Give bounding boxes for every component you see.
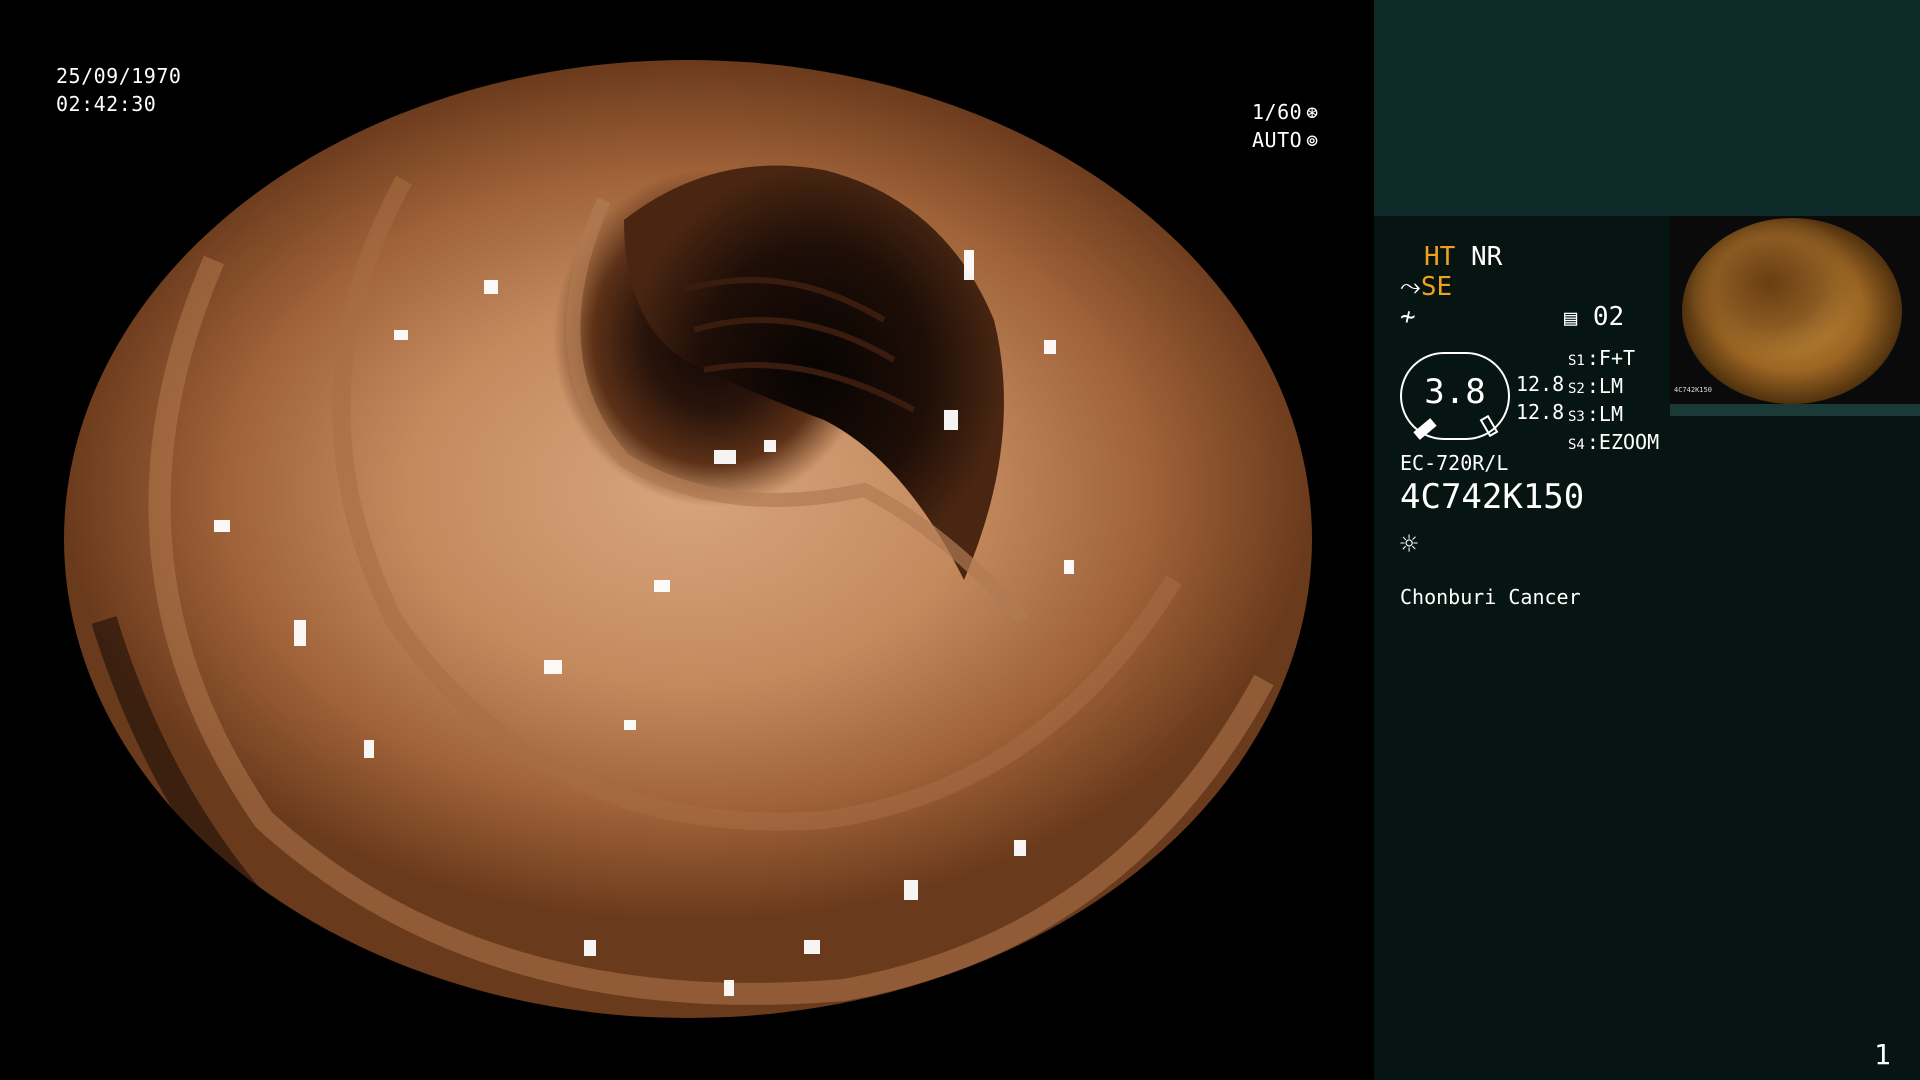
thumbnail-image <box>1682 218 1902 404</box>
switch-row: S3:LM <box>1568 402 1623 426</box>
magnification-gauge: 3.8 <box>1400 352 1510 440</box>
endoscopic-image <box>64 60 1312 1018</box>
switch-row: S4:EZOOM <box>1568 430 1660 454</box>
time-text: 02:42:30 <box>56 92 157 116</box>
switch-row: S2:LM <box>1568 374 1623 398</box>
datetime-display: 25/09/1970 02:42:30 <box>56 62 181 118</box>
thumbnail-preview[interactable]: 4C742K150 <box>1670 216 1920 416</box>
endoscope-view: 25/09/1970 02:42:30 1/60 ⊛ AUTO ⊚ <box>0 0 1374 1080</box>
page-number: 1 <box>1874 1038 1891 1071</box>
memory-counter: ▤ 02 <box>1564 302 1624 334</box>
scope-serial: 4C742K150 <box>1400 477 1585 517</box>
hospital-name: Chonburi Cancer <box>1400 585 1581 609</box>
mode-nr-label: NR <box>1470 242 1503 272</box>
mode-se-label: SE <box>1420 272 1453 302</box>
switch-assignments: S1:F+T S2:LM S3:LM S4:EZOOM <box>1568 346 1659 458</box>
aperture-icon: ⊛ <box>1306 100 1319 124</box>
mode-se: ⤳SE <box>1400 272 1452 302</box>
gauge-numbers: 12.8 12.8 <box>1516 370 1564 426</box>
gauge-value: 3.8 <box>1424 372 1486 412</box>
date-text: 25/09/1970 <box>56 64 182 88</box>
switch-row: S1:F+T <box>1568 346 1636 370</box>
exposure-mode-text: AUTO <box>1252 128 1303 152</box>
scope-angle-icon: ⤳ <box>1400 272 1421 302</box>
shutter-speed-text: 1/60 <box>1252 100 1303 124</box>
gauge-left-marker-icon <box>1413 418 1437 440</box>
gauge-right-marker-icon <box>1479 414 1499 438</box>
mode-ht-nr: HT NR <box>1424 242 1502 272</box>
thumbnail-caption-bar <box>1670 404 1920 416</box>
num-bottom: 12.8 <box>1516 400 1565 424</box>
scope-model: EC-720R/L <box>1400 451 1509 475</box>
memory-icon: ▤ <box>1564 306 1578 331</box>
memory-count: 02 <box>1592 302 1625 332</box>
side-panel-header-area <box>1374 0 1920 216</box>
num-top: 12.8 <box>1516 372 1565 396</box>
mode-ht-label: HT <box>1424 242 1456 272</box>
iris-icon: ⊚ <box>1306 128 1319 152</box>
waveform-icon: ≁ <box>1400 302 1416 332</box>
thumbnail-serial-text: 4C742K150 <box>1674 386 1712 394</box>
exposure-display: 1/60 ⊛ AUTO ⊚ <box>1252 98 1319 154</box>
sun-icon: ☼ <box>1400 527 1419 562</box>
endoscopic-image-graphic <box>91 165 1274 1018</box>
info-side-panel: 4C742K150 HT NR ⤳SE ≁ ▤ 02 3.8 12.8 12.8… <box>1374 0 1920 1080</box>
